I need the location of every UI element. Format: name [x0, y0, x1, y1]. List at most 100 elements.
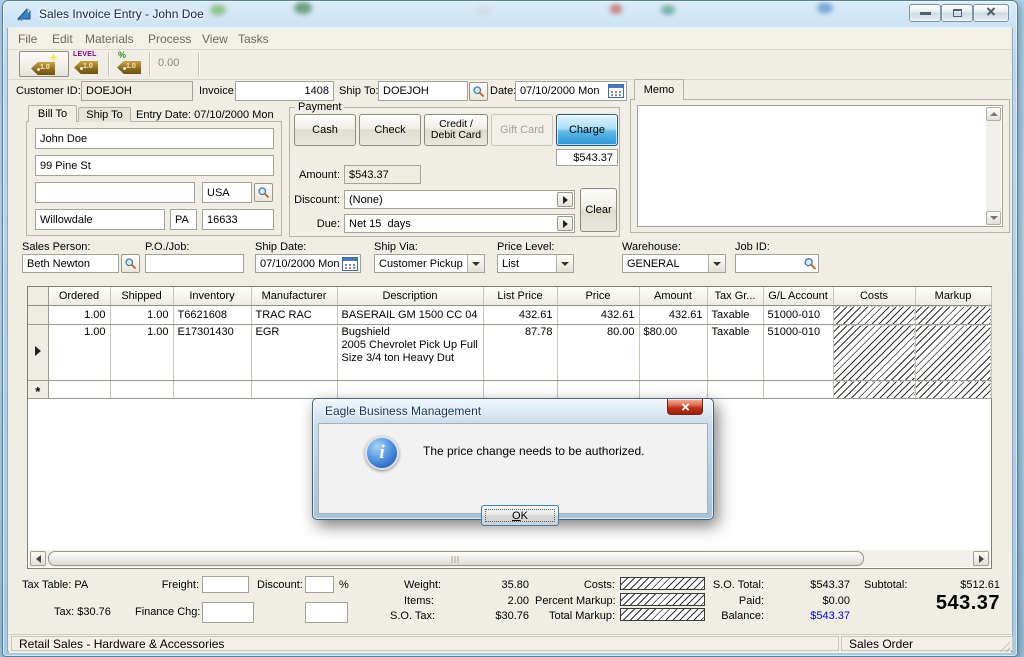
ship-to-field[interactable]: DOEJOH — [378, 81, 468, 101]
sales-person-lookup-button[interactable] — [121, 254, 140, 273]
po-job-field[interactable] — [145, 254, 244, 273]
price-level-select[interactable]: List — [497, 254, 574, 273]
dropdown-button[interactable] — [467, 255, 484, 272]
discount-percent-tag-button[interactable]: % 1.0 — [115, 51, 145, 77]
check-button[interactable]: Check — [359, 114, 421, 146]
menu-tasks[interactable]: Tasks — [238, 32, 269, 46]
job-id-lookup-button[interactable] — [803, 256, 817, 274]
cell-empty[interactable] — [557, 381, 639, 399]
scrollbar-thumb[interactable] — [48, 551, 864, 566]
scroll-down-button[interactable] — [986, 211, 1001, 225]
cell-inventory[interactable]: T6621608 — [173, 306, 251, 325]
cell-manufacturer[interactable]: EGR — [251, 325, 337, 381]
ok-button[interactable]: OK — [481, 505, 559, 526]
dropdown-button[interactable] — [556, 255, 573, 272]
cell-description[interactable]: Bugshield 2005 Chevrolet Pick Up Full Si… — [337, 325, 483, 381]
price-tag-button[interactable]: 1.0 — [19, 51, 69, 77]
row-selector-current[interactable] — [28, 325, 48, 381]
ship-via-select[interactable]: Customer Pickup — [374, 254, 485, 273]
cell-empty[interactable] — [48, 381, 110, 399]
cell-list-price[interactable]: 432.61 — [483, 306, 557, 325]
ship-to-lookup-button[interactable] — [469, 82, 488, 101]
scroll-up-button[interactable] — [986, 107, 1001, 121]
dialog-close-button[interactable] — [667, 399, 703, 415]
bill-to-city-field[interactable]: Willowdale — [35, 209, 165, 230]
memo-textarea[interactable] — [637, 105, 1003, 227]
dropdown-button[interactable] — [708, 255, 725, 272]
scroll-left-button[interactable] — [30, 551, 46, 566]
menu-materials[interactable]: Materials — [85, 32, 134, 46]
cell-ordered[interactable]: 1.00 — [48, 306, 110, 325]
amount-field[interactable]: $543.37 — [344, 165, 421, 184]
scroll-right-button[interactable] — [973, 551, 989, 566]
menu-view[interactable]: View — [202, 32, 228, 46]
due-expand-button[interactable] — [557, 216, 573, 231]
cell-empty[interactable] — [707, 381, 763, 399]
cell-empty[interactable] — [251, 381, 337, 399]
cell-empty[interactable] — [110, 381, 173, 399]
cell-empty[interactable] — [337, 381, 483, 399]
clear-button[interactable]: Clear — [580, 188, 617, 232]
due-field[interactable]: Net 15 days — [344, 214, 575, 233]
cell-empty[interactable] — [173, 381, 251, 399]
bill-to-line3-field[interactable] — [35, 182, 195, 203]
cell-price[interactable]: 80.00 — [557, 325, 639, 381]
grid-horizontal-scrollbar[interactable] — [29, 550, 990, 567]
warehouse-select[interactable]: GENERAL — [622, 254, 726, 273]
tab-ship-to[interactable]: Ship To — [78, 107, 131, 122]
scroll-left-icon — [36, 555, 41, 563]
cell-tax-group[interactable]: Taxable — [707, 306, 763, 325]
bill-to-street-field[interactable]: 99 Pine St — [35, 155, 274, 176]
cell-shipped[interactable]: 1.00 — [110, 325, 173, 381]
bill-to-state-field[interactable]: PA — [170, 209, 197, 230]
ship-date-field[interactable]: 07/10/2000 Mon — [255, 254, 361, 273]
discount-amount-field[interactable] — [305, 602, 348, 623]
menu-file[interactable]: File — [18, 32, 37, 46]
row-selector[interactable] — [28, 306, 48, 325]
new-row-selector[interactable]: * — [28, 381, 48, 399]
charge-button[interactable]: Charge — [556, 114, 618, 146]
invoice-number-field[interactable]: 1408 — [235, 81, 334, 101]
calendar-icon[interactable] — [608, 84, 624, 98]
discount-expand-button[interactable] — [557, 192, 573, 207]
cell-amount[interactable]: 432.61 — [639, 306, 707, 325]
cell-gl-account[interactable]: 51000-010 — [763, 325, 833, 381]
bill-to-zip-field[interactable]: 16633 — [202, 209, 274, 230]
sales-person-field[interactable]: Beth Newton — [22, 254, 119, 273]
cell-empty[interactable] — [483, 381, 557, 399]
job-id-field[interactable] — [735, 254, 819, 273]
discount-pct-field[interactable] — [305, 576, 334, 593]
cash-button[interactable]: Cash — [294, 114, 356, 146]
cell-shipped[interactable]: 1.00 — [110, 306, 173, 325]
cell-manufacturer[interactable]: TRAC RAC — [251, 306, 337, 325]
maximize-button[interactable] — [941, 4, 973, 22]
finance-chg-field[interactable] — [202, 602, 254, 623]
cell-price[interactable]: 432.61 — [557, 306, 639, 325]
discount-field[interactable]: (None) — [344, 190, 575, 209]
minimize-button[interactable] — [909, 4, 941, 22]
memo-scrollbar[interactable] — [986, 107, 1001, 225]
cell-empty[interactable] — [763, 381, 833, 399]
cell-gl-account[interactable]: 51000-010 — [763, 306, 833, 325]
calendar-icon[interactable] — [342, 257, 358, 271]
gift-card-button[interactable]: Gift Card — [491, 114, 553, 146]
cell-description[interactable]: BASERAIL GM 1500 CC 04 — [337, 306, 483, 325]
date-field[interactable]: 07/10/2000 Mon — [515, 81, 627, 101]
cell-empty[interactable] — [639, 381, 707, 399]
freight-field[interactable] — [202, 576, 249, 593]
credit-debit-button[interactable]: Credit / Debit Card — [424, 114, 488, 146]
bill-to-name-field[interactable]: John Doe — [35, 128, 274, 149]
cell-amount-editing[interactable]: $80.00 — [639, 325, 707, 381]
price-level-tag-button[interactable]: LEVEL 1.0 — [72, 51, 102, 77]
cell-inventory[interactable]: E17301430 — [173, 325, 251, 381]
cell-list-price[interactable]: 87.78 — [483, 325, 557, 381]
bill-to-country-field[interactable]: USA — [202, 182, 252, 203]
menu-edit[interactable]: Edit — [52, 32, 73, 46]
tab-memo[interactable]: Memo — [634, 79, 684, 100]
customer-id-field[interactable]: DOEJOH — [81, 81, 193, 101]
tab-bill-to[interactable]: Bill To — [28, 105, 77, 122]
menu-process[interactable]: Process — [148, 32, 191, 46]
cell-tax-group[interactable]: Taxable — [707, 325, 763, 381]
cell-ordered[interactable]: 1.00 — [48, 325, 110, 381]
close-button[interactable] — [973, 4, 1009, 22]
